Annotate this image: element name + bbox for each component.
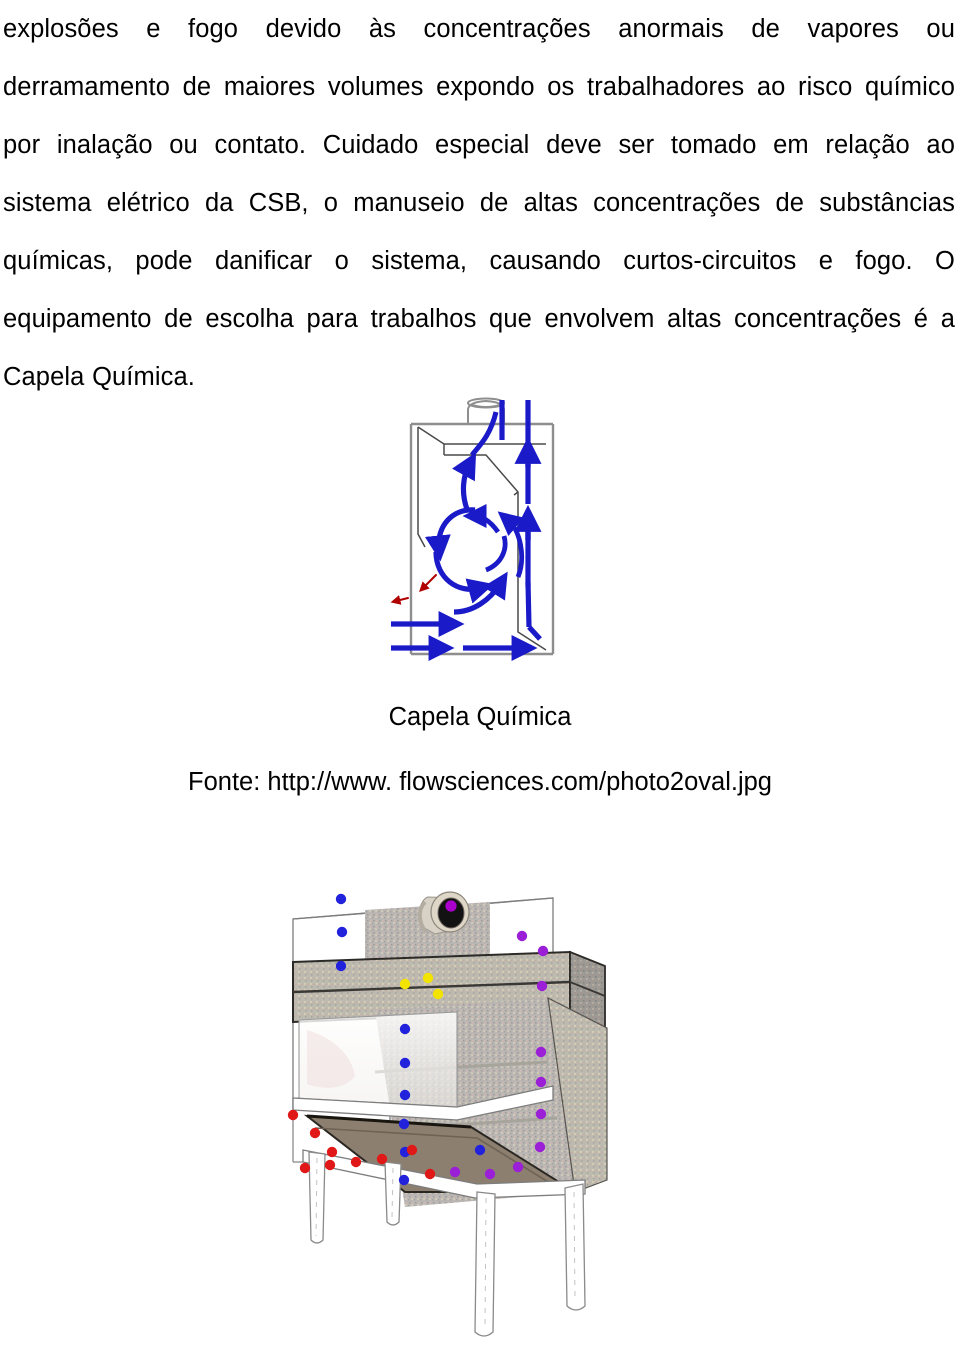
paragraph-capela-quimica: explosões e fogo devido às concentrações…	[3, 0, 955, 406]
document-body: explosões e fogo devido às concentrações…	[3, 0, 955, 406]
paragraph-line: equipamento de escolha para trabalhos qu…	[3, 305, 955, 333]
hood-enclosure-outline	[409, 422, 555, 656]
particle-purple-low-group	[449, 1166, 461, 1178]
paragraph-line: químicas, pode danificar o sistema, caus…	[3, 247, 955, 275]
particle-magenta-group	[445, 900, 457, 912]
paragraph-line: por inalação ou contato. Cuidado especia…	[3, 131, 955, 159]
figure-capela-quimica-fluxo-de-ar	[368, 392, 598, 682]
paragraph-line: sistema elétrico da CSB, o manuseio de a…	[3, 189, 955, 217]
exhaust-duct	[467, 397, 505, 424]
figure-capela-quimica-perspectiva	[285, 862, 685, 1342]
airflow-schematic-svg	[390, 397, 555, 661]
paragraph-line: derramamento de maiores volumes expondo …	[3, 73, 955, 101]
fume-hood-perspective-svg	[287, 891, 608, 1337]
paragraph-line: explosões e fogo devido às concentrações…	[3, 15, 955, 43]
sash-glass	[298, 1011, 458, 1115]
leg-front-left	[308, 1151, 326, 1244]
figure-caption-title: Capela Química	[388, 703, 572, 731]
contaminant-leak-arrows-red	[390, 574, 437, 605]
figure-caption-source: Fonte: http://www. flowsciences.com/phot…	[188, 768, 772, 796]
